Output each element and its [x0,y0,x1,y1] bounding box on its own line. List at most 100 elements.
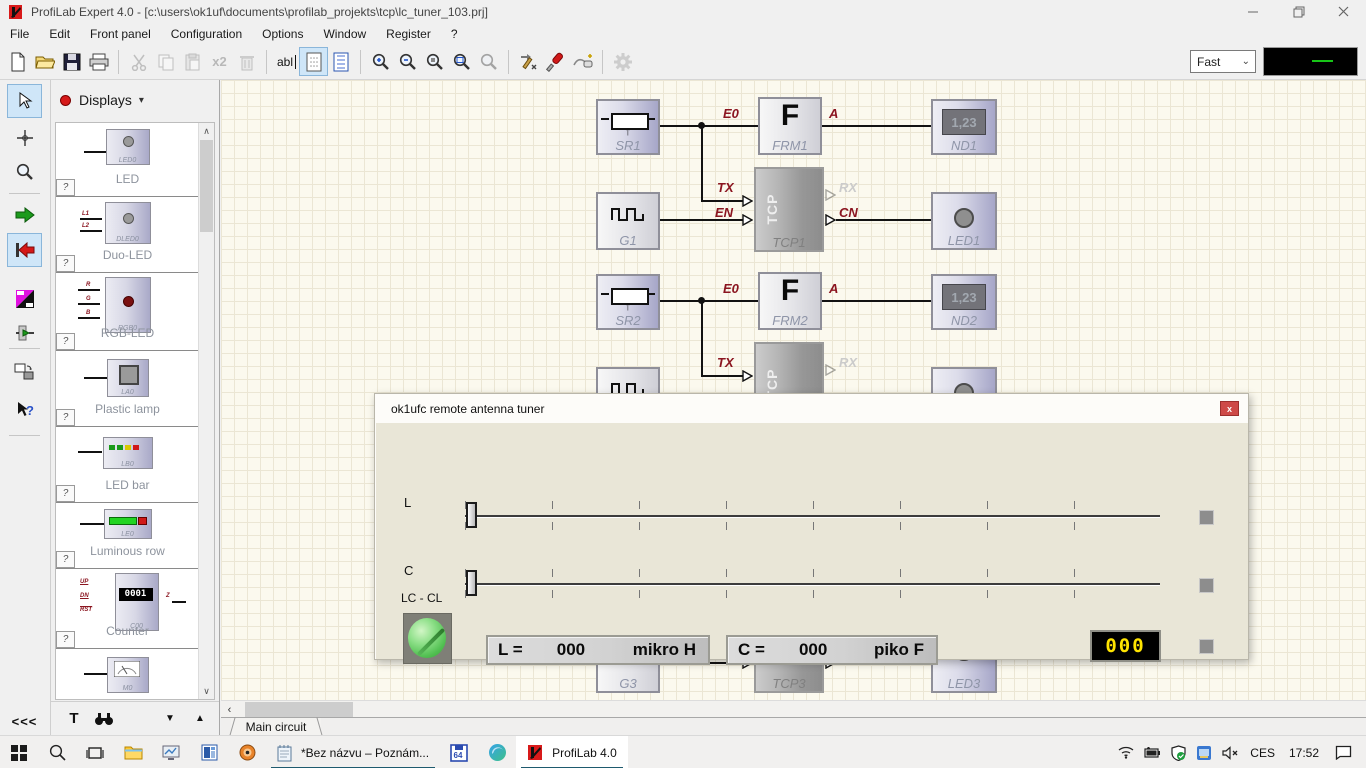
dialog-close-button[interactable]: x [1220,401,1239,416]
taskbar-app-profilab[interactable]: ProfiLab 4.0 [516,736,628,768]
viewer-app-button[interactable] [228,736,266,768]
menu-edit[interactable]: Edit [39,27,80,41]
palette-item-led[interactable]: LED0 LED ? [56,123,199,197]
wire-tool-button[interactable] [8,122,41,154]
minimize-button[interactable] [1231,0,1276,23]
help-button[interactable]: ? [56,333,75,350]
collapse-panel-button[interactable]: <<< [8,705,41,737]
stop-button[interactable] [8,234,41,266]
paste-button[interactable] [179,48,206,75]
c-slider-track[interactable] [465,583,1160,586]
title-bar[interactable]: ProfiLab Expert 4.0 - [c:\users\ok1uf\do… [0,0,1366,23]
pin-connector-button[interactable] [8,317,41,349]
start-button[interactable] [0,736,38,768]
zoom-window-button[interactable] [448,48,475,75]
palette-item-duo-led[interactable]: L1 L2 DLED0 Duo-LED ? [56,197,199,273]
help-button[interactable]: ? [56,551,75,568]
palette-item-plastic-lamp[interactable]: LA0 Plastic lamp ? [56,351,199,427]
task-view-button[interactable] [76,736,114,768]
duplicate-x2-button[interactable]: x2 [206,48,233,75]
menu-register[interactable]: Register [376,27,441,41]
component-sr2[interactable]: ↑ SR2 [596,274,660,330]
zoom-normal-button[interactable] [421,48,448,75]
tab-main-circuit[interactable]: Main circuit [231,718,321,736]
menu-help[interactable]: ? [441,27,468,41]
dialog-title-bar[interactable]: ok1ufc remote antenna tuner [375,394,1248,423]
context-help-button[interactable]: ? [8,395,41,427]
menu-window[interactable]: Window [313,27,376,41]
circuit-drawing-area[interactable]: E0 A TX EN RX CN ↑ SR1 F FRM1 1,23 ND1 [221,80,1366,700]
front-panel-dialog[interactable]: ok1ufc remote antenna tuner x L C [374,393,1249,660]
move-up-button[interactable]: ▲ [185,706,215,732]
scroll-left-icon[interactable]: ‹ [221,701,238,718]
probe-connect-button[interactable] [569,48,596,75]
zoom-in-button[interactable] [367,48,394,75]
cut-button[interactable] [125,48,152,75]
scrollbar-thumb[interactable] [200,140,213,232]
hex-editor-app-button[interactable]: 64 [440,736,478,768]
help-button[interactable]: ? [56,255,75,272]
help-button[interactable]: ? [56,631,75,648]
led-indicator-square[interactable] [1199,639,1214,654]
help-button[interactable]: ? [56,179,75,196]
move-down-button[interactable]: ▼ [155,706,185,732]
text-label-button[interactable]: abl [273,48,300,75]
zoom-tool-button[interactable] [8,156,41,188]
help-button[interactable]: ? [56,485,75,502]
bring-to-front-button[interactable] [8,356,41,388]
menu-front-panel[interactable]: Front panel [80,27,161,41]
hi-lo-toggle-button[interactable] [8,283,41,315]
palette-item-rgb-led[interactable]: R G B RGB0 RGB-LED ? [56,273,199,351]
news-tiles-app-button[interactable] [190,736,228,768]
clock[interactable]: 17:52 [1282,746,1326,760]
l-slider-track[interactable] [465,515,1160,518]
simulation-speed-select[interactable]: Fast ⌄ [1190,50,1256,73]
screwdriver-button[interactable] [542,48,569,75]
palette-item-luminous-row[interactable]: LE0 Luminous row ? [56,503,199,569]
text-tool-button[interactable]: T [59,706,89,732]
menu-options[interactable]: Options [252,27,313,41]
component-g1[interactable]: G1 [596,192,660,250]
palette-item-counter[interactable]: UP DN RST 0001 C00 Z Counter ? [56,569,199,649]
open-file-button[interactable] [31,48,58,75]
scrollbar-thumb[interactable] [245,702,353,717]
copy-button[interactable] [152,48,179,75]
component-frm1[interactable]: F FRM1 [758,97,822,155]
scroll-down-icon[interactable]: ∨ [199,683,214,699]
component-nd1[interactable]: 1,23 ND1 [931,99,997,155]
component-led1[interactable]: LED1 [931,192,997,250]
palette-scrollbar[interactable]: ∧ ∨ [198,123,214,699]
delete-button[interactable] [233,48,260,75]
save-button[interactable] [58,48,85,75]
component-sr1[interactable]: ↑ SR1 [596,99,660,155]
file-explorer-button[interactable] [114,736,152,768]
taskbar-search-button[interactable] [38,736,76,768]
component-frm2[interactable]: F FRM2 [758,272,822,330]
security-shield-icon[interactable] [1165,745,1191,761]
circuit-view-button[interactable] [327,48,354,75]
menu-configuration[interactable]: Configuration [161,27,252,41]
new-file-button[interactable] [4,48,31,75]
language-indicator[interactable]: CES [1243,746,1282,760]
c-indicator-square[interactable] [1199,578,1214,593]
l-indicator-square[interactable] [1199,510,1214,525]
restore-button[interactable] [1276,0,1321,23]
lc-cl-knob[interactable] [403,613,452,664]
palette-item-meter[interactable]: M0 [56,649,199,695]
wifi-icon[interactable] [1113,746,1139,759]
run-button[interactable] [8,199,41,231]
system-monitor-app-button[interactable] [152,736,190,768]
notification-center-icon[interactable] [1326,745,1360,760]
edge-browser-button[interactable] [478,736,516,768]
canvas-horizontal-scrollbar[interactable]: ‹ [221,700,1366,718]
simulation-tools-button[interactable] [515,48,542,75]
menu-file[interactable]: File [0,27,39,41]
settings-button[interactable] [609,48,636,75]
print-button[interactable] [85,48,112,75]
zoom-reset-button[interactable] [475,48,502,75]
component-nd2[interactable]: 1,23 ND2 [931,274,997,330]
zoom-out-button[interactable] [394,48,421,75]
l-slider-handle[interactable] [466,502,477,528]
palette-item-led-bar[interactable]: LB0 LED bar ? [56,427,199,503]
front-panel-view-button[interactable] [300,48,327,75]
